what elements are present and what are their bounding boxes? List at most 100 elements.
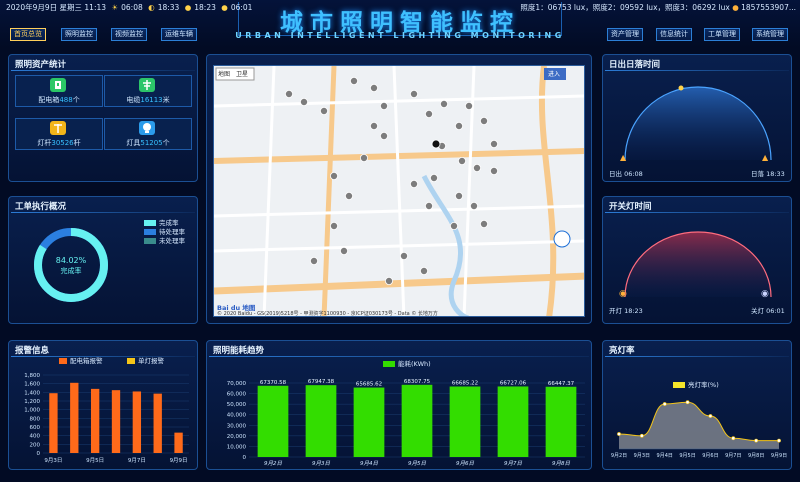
nav-video-monitor[interactable]: 视频监控	[111, 28, 147, 41]
map-type-map[interactable]: 地图	[218, 69, 230, 78]
alarm-chart: 0 200 400 600 800 1,000 1,200 1,400 1,600 1,800 9月…	[24, 373, 189, 464]
y-tick-label: 200	[30, 442, 41, 448]
energy-bar	[305, 385, 337, 457]
energy-bar	[401, 384, 433, 457]
sun-panel: 日出日落时间 ▲ ▲ 日出 06:08 日落 18:33	[602, 54, 792, 182]
x-tick-label: 9月8日	[748, 453, 764, 459]
map-pin-icon	[369, 83, 378, 92]
lighting-rate-panel: 亮灯率 亮灯率(%) 9月2日 9月3日 9月4日 9月5日 9月6日 9月7日 9月8日 9…	[602, 340, 792, 470]
asset-value: 488	[59, 96, 73, 104]
energy-data-label: 67947.38	[308, 379, 335, 385]
map-pin-icon	[457, 157, 466, 166]
distribution-box-icon	[50, 78, 66, 92]
light-on-icon: ◉	[619, 289, 627, 299]
map-pin-icon	[379, 132, 388, 141]
y-tick-label: 600	[30, 425, 41, 431]
x-tick-label: 9月3日	[634, 453, 650, 459]
x-tick-label: 9月6日	[702, 453, 718, 459]
nav-workorder-management[interactable]: 工单管理	[704, 28, 740, 41]
y-tick-label: 70,000	[227, 381, 247, 387]
map-canvas	[214, 66, 584, 316]
asset-unit: 个	[72, 96, 80, 104]
energy-data-label: 66727.06	[500, 380, 527, 386]
asset-unit: 杆	[73, 139, 81, 147]
asset-cable[interactable]: 电缆16113米	[104, 75, 192, 107]
alarm-bar	[174, 432, 183, 453]
map-copyright: © 2020 Baidu - GS(2019)5218号 - 甲测资字11009…	[217, 311, 438, 317]
asset-value: 30526	[51, 139, 74, 147]
map-pin-icon	[359, 154, 368, 163]
x-tick-label: 9月7日	[128, 457, 146, 464]
map-pin-icon	[330, 172, 339, 181]
nav-lighting-monitor[interactable]: 照明监控	[61, 28, 97, 41]
x-tick-label: 9月5日	[408, 460, 426, 467]
y-tick-label: 20,000	[227, 434, 247, 440]
y-tick-label: 1,600	[24, 382, 40, 388]
x-tick-label: 9月9日	[170, 457, 188, 464]
nav-system-management[interactable]: 系统管理	[752, 28, 788, 41]
lamp-icon	[139, 121, 155, 135]
asset-name: 灯具	[126, 139, 141, 147]
asset-distribution-box[interactable]: 配电箱488个	[15, 75, 103, 107]
x-tick-label: 9月6日	[456, 460, 474, 467]
alarm-bar	[70, 382, 79, 453]
map-pin-icon	[454, 122, 463, 131]
x-tick-label: 9月5日	[86, 457, 104, 464]
map-enter-button[interactable]: 进入	[548, 69, 560, 78]
sunrise-label: 日出 06:08	[609, 170, 643, 178]
nav-statistics[interactable]: 信息统计	[656, 28, 692, 41]
map-pin-icon	[379, 102, 388, 111]
workorder-panel-title: 工单执行概况	[15, 202, 67, 212]
energy-bar	[257, 385, 289, 457]
x-tick-label: 9月4日	[657, 453, 673, 459]
y-tick-label: 1,800	[24, 373, 40, 379]
map-pin-icon	[340, 246, 349, 255]
asset-name: 灯杆	[37, 139, 52, 147]
energy-chart: 0 10,000 20,000 30,000 40,000 50,000 60,000 70,…	[227, 379, 585, 467]
map-pin-icon	[479, 219, 488, 228]
y-tick-label: 10,000	[227, 444, 247, 450]
map-pin-icon	[320, 107, 329, 116]
y-tick-label: 400	[30, 434, 41, 440]
y-tick-label: 1,000	[24, 408, 40, 414]
map-pin-icon	[489, 167, 498, 176]
energy-panel: 照明能耗趋势 能耗(KWh) 0 10,000 20,000 30,000 40,000…	[206, 340, 592, 470]
energy-data-label: 67370.58	[260, 380, 287, 386]
sun-arc-fill	[625, 87, 771, 160]
y-tick-label: 0	[37, 451, 41, 457]
asset-lamp-pole[interactable]: 灯杆30526杆	[15, 118, 103, 150]
nav-home[interactable]: 首页总览	[10, 28, 46, 41]
map-pin-icon	[384, 276, 393, 285]
asset-label: 灯杆30526杆	[16, 138, 102, 148]
lighting-rate-point	[731, 436, 736, 441]
asset-name: 配电箱	[38, 96, 60, 104]
x-tick-label: 9月4日	[360, 460, 378, 467]
lighting-rate-point	[708, 414, 713, 418]
workorder-panel: 工单执行概况 84.02% 完成率 完成率 待处理率 未处理率	[8, 196, 198, 324]
lighting-rate-point	[685, 400, 690, 405]
city-map[interactable]: 地图 卫星 进入 Bai du 地图 © 2020 Baidu - GS(201…	[213, 65, 585, 317]
y-tick-label: 50,000	[227, 402, 247, 408]
asset-value: 16113	[140, 96, 163, 104]
asset-label: 电缆16113米	[105, 95, 191, 105]
title-underline	[11, 70, 195, 71]
x-tick-label: 9月2日	[611, 453, 627, 459]
energy-data-label: 66447.37	[548, 381, 575, 387]
sunset-label: 日落 18:33	[751, 170, 785, 178]
lamp-pole-icon	[50, 121, 66, 135]
map-pin-icon	[300, 98, 309, 107]
y-tick-label: 30,000	[227, 423, 247, 429]
energy-bar	[497, 386, 529, 457]
map-type-satellite[interactable]: 卫星	[236, 69, 248, 78]
workorder-percent: 84.02%	[55, 256, 87, 265]
map-compass-icon	[553, 230, 571, 248]
map-pin-icon	[424, 201, 433, 210]
map-pin-icon	[285, 89, 294, 98]
y-tick-label: 1,400	[24, 390, 40, 396]
nav-maintenance-vehicles[interactable]: 运维车辆	[161, 28, 197, 41]
energy-data-label: 65685.62	[356, 382, 382, 388]
asset-lamp[interactable]: 灯具51205个	[104, 118, 192, 150]
nav-asset-management[interactable]: 资产管理	[607, 28, 643, 41]
map-pin-icon	[449, 221, 458, 230]
alarm-bar	[153, 393, 162, 453]
